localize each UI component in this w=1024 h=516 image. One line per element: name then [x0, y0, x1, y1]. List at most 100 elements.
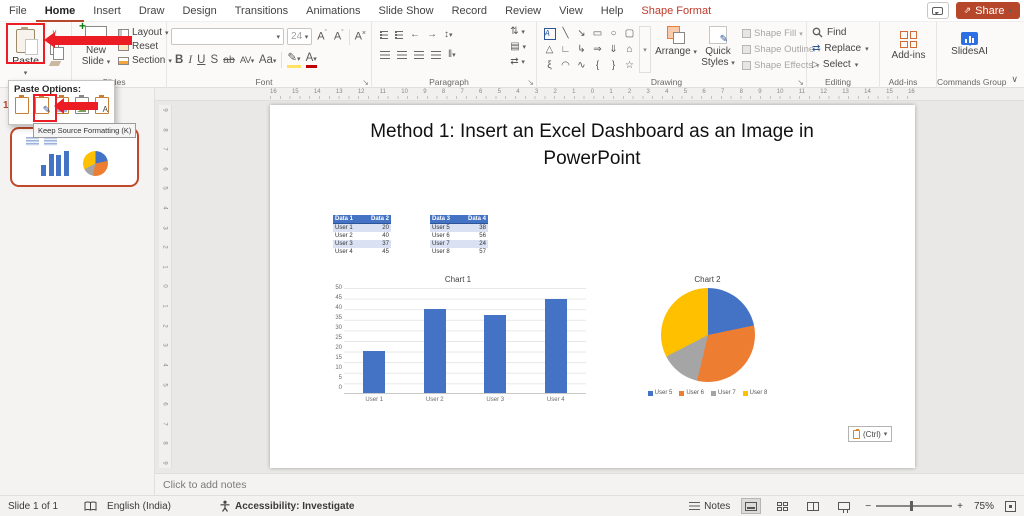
quick-styles-button[interactable]: Quick Styles ▾: [697, 26, 739, 68]
menu-tab-draw[interactable]: Draw: [130, 0, 174, 22]
menu-tab-help[interactable]: Help: [592, 0, 633, 22]
fit-to-window-icon[interactable]: [1005, 500, 1016, 512]
curve-icon[interactable]: ∿: [574, 58, 589, 73]
clear-formatting-button[interactable]: A×: [353, 30, 368, 43]
star-icon[interactable]: ☆: [622, 58, 637, 73]
text-direction-icon[interactable]: ⇅ ▾: [510, 26, 525, 37]
pie-chart[interactable]: Chart 2 User 5 User 6 User 7 User 8: [630, 275, 785, 396]
accessibility-status[interactable]: Accessibility: Investigate: [219, 500, 354, 512]
language-indicator[interactable]: English (India): [107, 501, 171, 512]
zoom-in-button[interactable]: +: [957, 501, 963, 512]
slidesai-button[interactable]: SlidesAI: [941, 32, 998, 57]
menu-tab-design[interactable]: Design: [173, 0, 225, 22]
dialog-launcher-icon[interactable]: ↘: [797, 78, 804, 87]
shrink-font-button[interactable]: Aˇ: [332, 30, 346, 43]
slideshow-button[interactable]: [834, 498, 854, 514]
excel-table-1[interactable]: Data 1 Data 2 User 1 20 User 2 40 User 3 37 User…: [333, 215, 391, 256]
right-brace-icon[interactable]: }: [606, 58, 621, 73]
spelling-book-icon[interactable]: [84, 501, 97, 512]
triangle-icon[interactable]: △: [542, 42, 557, 57]
zoom-level[interactable]: 75%: [974, 501, 994, 512]
font-color-button[interactable]: A▾: [305, 52, 317, 68]
menu-tab-view[interactable]: View: [550, 0, 592, 22]
chevron-down-icon: ▾: [521, 59, 525, 66]
font-name-combobox[interactable]: ▾: [171, 28, 285, 45]
strikethrough-button[interactable]: ab: [223, 54, 235, 66]
dialog-launcher-icon[interactable]: ↘: [362, 78, 369, 87]
change-case-button[interactable]: Aa▾: [259, 54, 277, 66]
menu-tab-shape-format[interactable]: Shape Format: [632, 0, 720, 22]
italic-button[interactable]: I: [188, 54, 192, 66]
normal-view-button[interactable]: [741, 498, 762, 514]
columns-icon[interactable]: ‖▾: [448, 49, 456, 60]
justify-icon[interactable]: [431, 50, 441, 59]
quick-styles-icon: [709, 26, 728, 45]
left-brace-icon[interactable]: {: [590, 58, 605, 73]
use-destination-theme-icon[interactable]: [15, 95, 29, 114]
collapse-ribbon-icon[interactable]: ∨: [1011, 74, 1018, 85]
down-arrow-icon[interactable]: ⇓: [606, 42, 621, 57]
underline-button[interactable]: U: [197, 54, 205, 66]
menu-tab-record[interactable]: Record: [443, 0, 496, 22]
menu-tab-file[interactable]: File: [0, 0, 36, 22]
format-painter-icon[interactable]: [48, 61, 62, 66]
bar-chart[interactable]: Chart 1 50 45 40 35 30 25 20 15 10 5 0 User 1 User …: [330, 275, 586, 403]
scribble-icon[interactable]: ξ: [542, 58, 557, 73]
elbow-arrow-icon[interactable]: ↳: [574, 42, 589, 57]
menu-tab-transitions[interactable]: Transitions: [226, 0, 297, 22]
align-text-icon[interactable]: ▤ ▾: [510, 41, 526, 52]
pentagon-icon[interactable]: ⌂: [622, 42, 637, 57]
arrange-button[interactable]: Arrange ▾: [655, 26, 697, 57]
bullets-icon[interactable]: [380, 30, 388, 39]
select-button[interactable]: ▷ Select ▾: [812, 59, 869, 70]
addins-button[interactable]: Add-ins: [884, 31, 933, 61]
notes-pane[interactable]: Click to add notes: [155, 473, 1024, 495]
increase-indent-icon[interactable]: →: [427, 29, 437, 40]
slide-canvas[interactable]: Method 1: Insert an Excel Dashboard as a…: [270, 105, 915, 468]
menu-tab-insert[interactable]: Insert: [84, 0, 130, 22]
line-arrow-icon[interactable]: ↘: [574, 26, 589, 41]
dialog-launcher-icon[interactable]: ↘: [527, 78, 534, 87]
line-icon[interactable]: ╲: [558, 26, 573, 41]
align-center-icon[interactable]: [397, 50, 407, 59]
shape-gallery[interactable]: A ╲ ↘ ▭ ○ ▢ △ ∟ ↳ ⇒ ⇓ ⌂ ξ ◠ ∿ { } ☆: [542, 26, 637, 73]
font-size-combobox[interactable]: 24 ▾: [287, 28, 313, 45]
zoom-out-button[interactable]: −: [865, 501, 871, 512]
notes-toggle-button[interactable]: Notes: [689, 501, 730, 512]
grow-font-button[interactable]: Aˆ: [315, 30, 329, 43]
align-left-icon[interactable]: [380, 50, 390, 59]
share-button[interactable]: ⇗ Share ▾: [955, 2, 1020, 19]
numbering-icon[interactable]: [395, 30, 403, 39]
menu-tab-slide-show[interactable]: Slide Show: [370, 0, 443, 22]
section-button[interactable]: Section ▾: [118, 55, 172, 66]
excel-table-2[interactable]: Data 3 Data 4 User 5 38 User 6 56 User 7 24 User…: [430, 215, 488, 256]
text-box-icon[interactable]: A: [542, 26, 557, 41]
text-shadow-button[interactable]: S: [210, 54, 218, 66]
rectangle-icon[interactable]: ▭: [590, 26, 605, 41]
comments-button[interactable]: [926, 2, 949, 19]
align-right-icon[interactable]: [414, 50, 424, 59]
slide-title[interactable]: Method 1: Insert an Excel Dashboard as a…: [352, 119, 832, 172]
slide-sorter-view-button[interactable]: [772, 498, 792, 514]
zoom-slider[interactable]: [876, 501, 953, 511]
character-spacing-button[interactable]: AV▾: [240, 55, 254, 66]
arc-icon[interactable]: ◠: [558, 58, 573, 73]
menu-tab-review[interactable]: Review: [496, 0, 550, 22]
menu-tab-animations[interactable]: Animations: [297, 0, 369, 22]
right-arrow-icon[interactable]: ⇒: [590, 42, 605, 57]
bold-button[interactable]: B: [175, 54, 183, 66]
paste-options-floating-button[interactable]: (Ctrl) ▾: [848, 426, 893, 442]
rounded-rectangle-icon[interactable]: ▢: [622, 26, 637, 41]
replace-button[interactable]: ⇄ Replace ▾: [812, 43, 869, 54]
oval-icon[interactable]: ○: [606, 26, 621, 41]
zoom-slider-thumb[interactable]: [910, 501, 914, 511]
line-spacing-icon[interactable]: ↕▾: [444, 29, 453, 40]
elbow-connector-icon[interactable]: ∟: [558, 42, 573, 57]
text-highlight-button[interactable]: ✎▾: [287, 52, 301, 68]
decrease-indent-icon[interactable]: ←: [410, 29, 420, 40]
shape-gallery-more-button[interactable]: ▾: [639, 26, 651, 73]
smartart-convert-icon[interactable]: ⇄ ▾: [510, 56, 525, 67]
find-button[interactable]: Find: [812, 27, 869, 38]
reading-view-button[interactable]: [803, 498, 823, 514]
menu-tab-home[interactable]: Home: [35, 0, 85, 22]
